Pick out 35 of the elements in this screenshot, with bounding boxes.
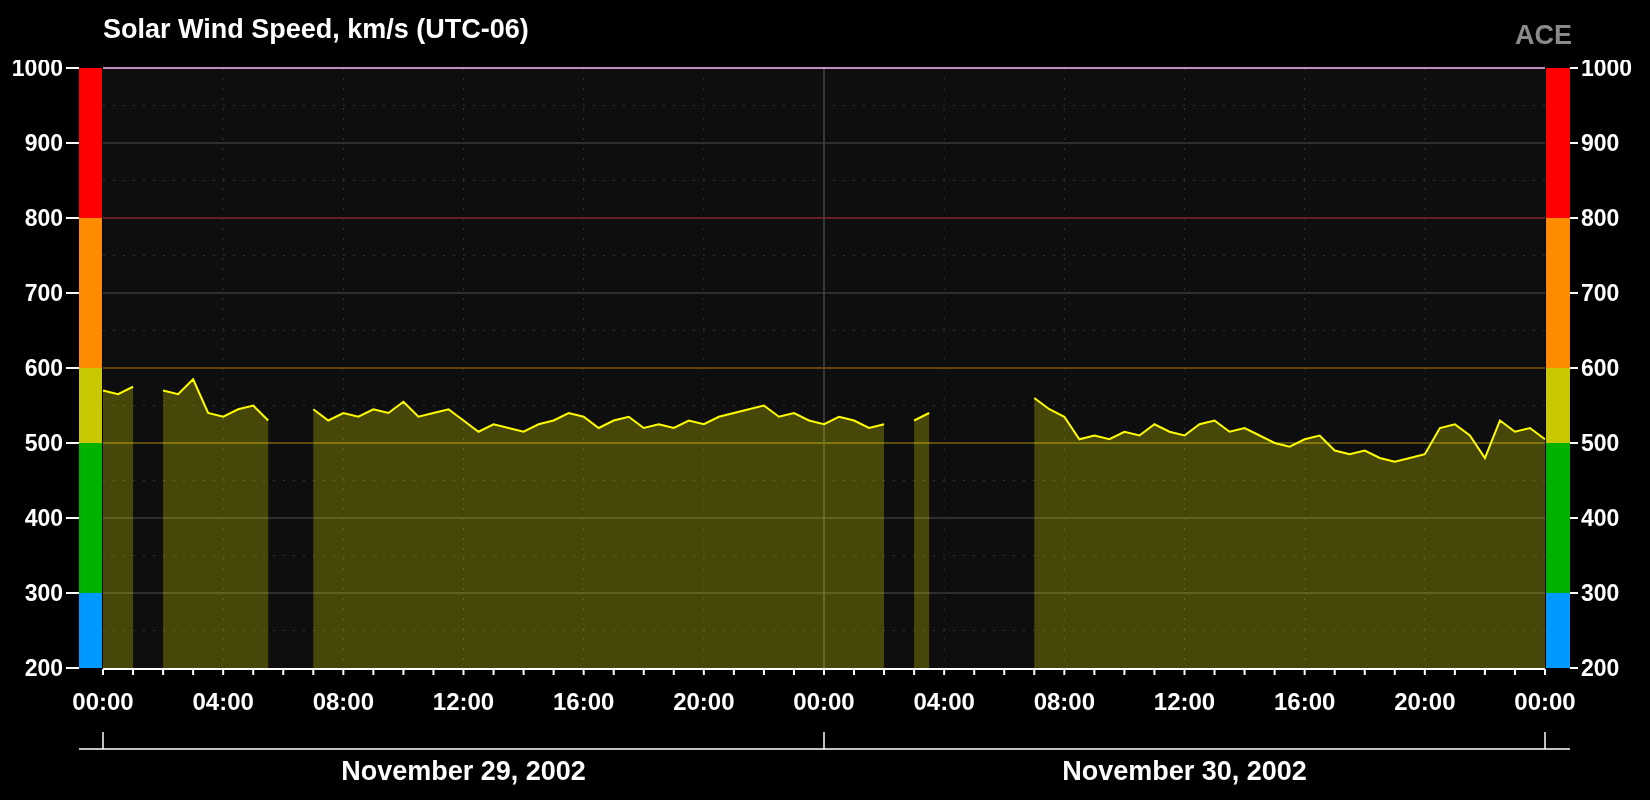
x-tick-label: 12:00	[1153, 688, 1216, 715]
y-tick-label: 300	[24, 580, 63, 606]
y-tick-label: 800	[1581, 205, 1620, 231]
x-tick-label: 04:00	[192, 688, 254, 715]
x-tick-label: 20:00	[673, 688, 735, 715]
x-tick-label: 00:00	[1514, 688, 1576, 715]
y-tick-label: 500	[1581, 430, 1620, 456]
y-tick-label: 500	[24, 430, 63, 456]
y-tick-label: 300	[1581, 580, 1620, 606]
x-tick-label: 20:00	[1394, 688, 1456, 715]
y-tick-label: 600	[1581, 355, 1620, 381]
x-tick-label: 16:00	[552, 688, 615, 715]
x-tick-label: 08:00	[1033, 688, 1096, 715]
x-tick-label: 00:00	[72, 688, 134, 715]
y-tick-label: 400	[1581, 505, 1620, 531]
x-tick-label: 00:00	[793, 688, 855, 715]
source-label: ACE	[1515, 19, 1572, 52]
y-tick-label: 200	[24, 655, 63, 681]
chart-title: Solar Wind Speed, km/s (UTC-06)	[103, 13, 529, 46]
y-tick-label: 600	[24, 355, 63, 381]
y-tick-label: 200	[1581, 655, 1620, 681]
y-tick-label: 700	[1581, 280, 1620, 306]
y-tick-label: 700	[24, 280, 63, 306]
y-tick-label: 800	[24, 205, 63, 231]
x-tick-label: 12:00	[432, 688, 495, 715]
date-label: November 30, 2002	[1062, 756, 1307, 786]
y-tick-label: 900	[24, 130, 63, 156]
x-tick-label: 08:00	[312, 688, 375, 715]
x-tick-label: 16:00	[1273, 688, 1336, 715]
y-tick-label: 400	[24, 505, 63, 531]
y-tick-label: 900	[1581, 130, 1620, 156]
date-label: November 29, 2002	[341, 756, 586, 786]
y-tick-label: 1000	[1581, 60, 1633, 81]
y-tick-label: 1000	[11, 60, 63, 81]
x-tick-label: 04:00	[913, 688, 975, 715]
